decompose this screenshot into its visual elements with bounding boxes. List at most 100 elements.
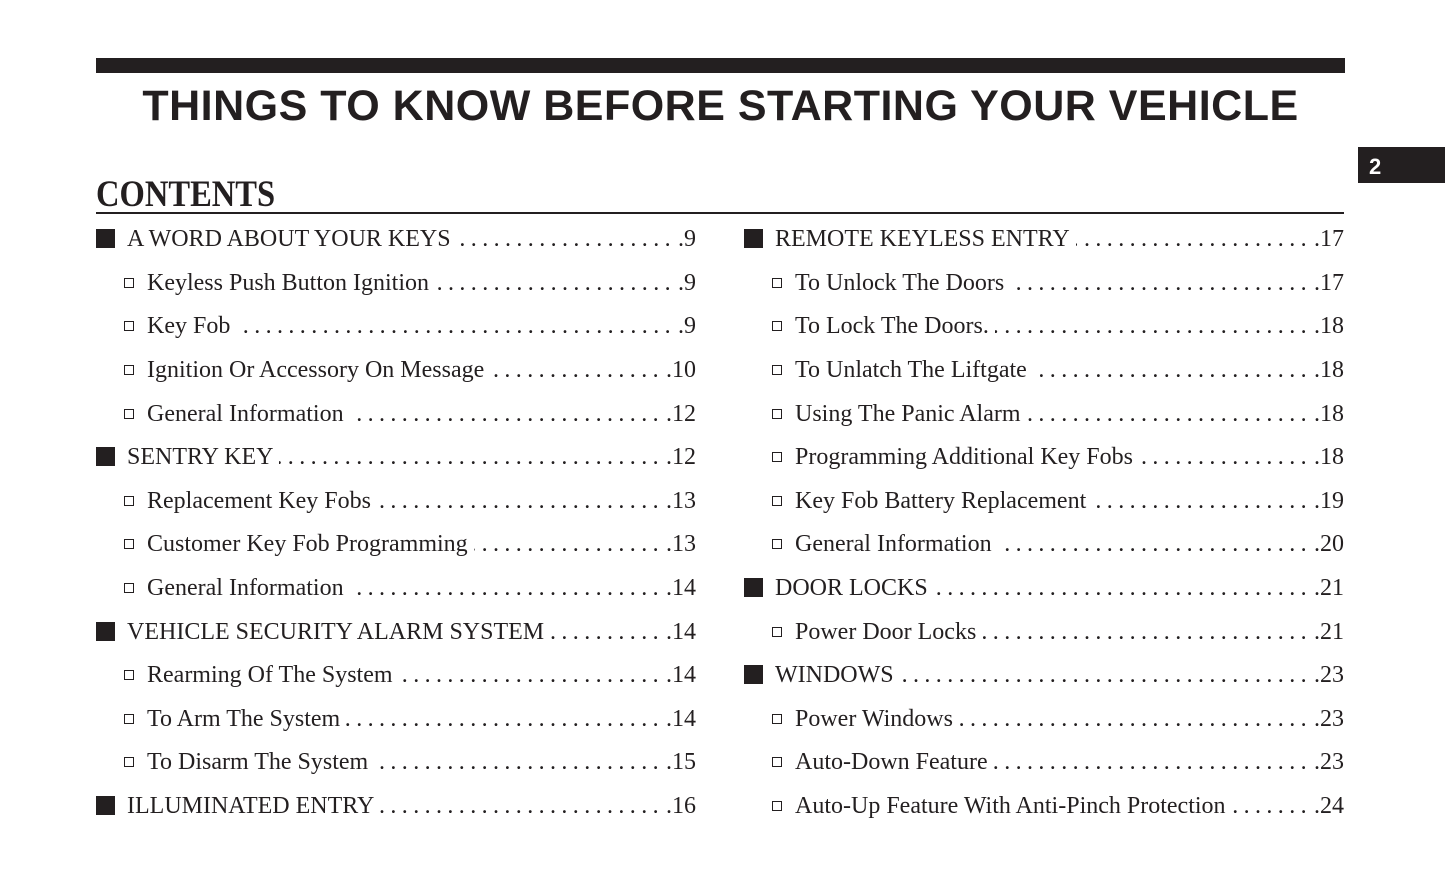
toc-entry-title: Power Door Locks	[795, 618, 977, 645]
hollow-square-bullet-icon	[772, 801, 782, 812]
toc-section-entry[interactable]: A WORD ABOUT YOUR KEYS..................…	[96, 218, 696, 262]
hollow-square-bullet-icon	[772, 452, 782, 463]
hollow-square-bullet-icon	[124, 321, 134, 332]
toc-subsection-entry[interactable]: Ignition Or Accessory On Message........…	[96, 349, 696, 393]
toc-entry-title: REMOTE KEYLESS ENTRY	[775, 226, 1070, 253]
dot-leader: ........................................…	[350, 400, 664, 427]
filled-square-bullet-icon	[744, 665, 763, 685]
toc-page-number: .9	[678, 313, 696, 340]
hollow-square-bullet-icon	[124, 539, 134, 550]
toc-page-number: .23	[1314, 749, 1344, 776]
toc-entry-title: To Lock The Doors.	[795, 313, 989, 340]
toc-entry-title: A WORD ABOUT YOUR KEYS	[127, 226, 451, 253]
toc-entry-title: Auto-Down Feature	[795, 749, 988, 776]
dot-leader: ........................................…	[236, 313, 676, 340]
toc-entry-title: Customer Key Fob Programming	[147, 531, 468, 558]
toc-subsection-entry[interactable]: General Information.....................…	[744, 523, 1344, 567]
chapter-number-tab: 2	[1358, 147, 1445, 183]
toc-page-number: .23	[1314, 662, 1344, 689]
toc-entry-title: Replacement Key Fobs	[147, 487, 371, 514]
toc-section-entry[interactable]: ILLUMINATED ENTRY.......................…	[96, 785, 696, 829]
dot-leader: ........................................…	[1232, 793, 1312, 820]
hollow-square-bullet-icon	[772, 408, 782, 419]
toc-section-entry[interactable]: SENTRY KEY..............................…	[96, 436, 696, 480]
toc-page-number: .13	[666, 531, 696, 558]
dot-leader: ........................................…	[1092, 487, 1312, 514]
toc-entry-title: Programming Additional Key Fobs	[795, 444, 1133, 471]
toc-page-number: .13	[666, 487, 696, 514]
toc-subsection-entry[interactable]: To Unlock The Doors.....................…	[744, 262, 1344, 306]
toc-page-number: .9	[678, 226, 696, 253]
dot-leader: ........................................…	[380, 793, 664, 820]
dot-leader: ........................................…	[279, 444, 664, 471]
toc-page-number: .24	[1314, 793, 1344, 820]
toc-subsection-entry[interactable]: General Information.....................…	[96, 392, 696, 436]
toc-page-number: .12	[666, 400, 696, 427]
toc-subsection-entry[interactable]: Keyless Push Button Ignition............…	[96, 262, 696, 306]
toc-page-number: .23	[1314, 705, 1344, 732]
hollow-square-bullet-icon	[772, 365, 782, 376]
hollow-square-bullet-icon	[772, 277, 782, 288]
hollow-square-bullet-icon	[124, 277, 134, 288]
toc-section-entry[interactable]: WINDOWS.................................…	[744, 654, 1344, 698]
toc-entry-title: To Unlatch The Liftgate	[795, 357, 1027, 384]
toc-subsection-entry[interactable]: Using The Panic Alarm...................…	[744, 392, 1344, 436]
toc-page-number: .14	[666, 662, 696, 689]
dot-leader: ........................................…	[993, 749, 1312, 776]
dot-leader: ........................................…	[1076, 226, 1312, 253]
toc-subsection-entry[interactable]: Power Door Locks........................…	[744, 610, 1344, 654]
dot-leader: ........................................…	[399, 662, 664, 689]
toc-page-number: .18	[1314, 357, 1344, 384]
toc-subsection-entry[interactable]: Key Fob.................................…	[96, 305, 696, 349]
filled-square-bullet-icon	[744, 229, 763, 249]
toc-page-number: .10	[666, 357, 696, 384]
toc-page-number: .21	[1314, 575, 1344, 602]
dot-leader: ........................................…	[899, 662, 1312, 689]
toc-page-number: .15	[666, 749, 696, 776]
toc-subsection-entry[interactable]: Key Fob Battery Replacement.............…	[744, 480, 1344, 524]
hollow-square-bullet-icon	[772, 321, 782, 332]
toc-section-entry[interactable]: VEHICLE SECURITY ALARM SYSTEM...........…	[96, 610, 696, 654]
contents-heading: CONTENTS	[96, 174, 276, 215]
toc-page-number: .17	[1314, 226, 1344, 253]
dot-leader: ........................................…	[377, 487, 664, 514]
hollow-square-bullet-icon	[124, 583, 134, 594]
toc-subsection-entry[interactable]: To Lock The Doors.......................…	[744, 305, 1344, 349]
dot-leader: ........................................…	[998, 531, 1312, 558]
toc-entry-title: Key Fob	[147, 313, 231, 340]
toc-subsection-entry[interactable]: Rearming Of The System..................…	[96, 654, 696, 698]
hollow-square-bullet-icon	[124, 713, 134, 724]
toc-page-number: .18	[1314, 444, 1344, 471]
toc-subsection-entry[interactable]: Programming Additional Key Fobs.........…	[744, 436, 1344, 480]
toc-entry-title: Using The Panic Alarm	[795, 400, 1021, 427]
toc-subsection-entry[interactable]: To Arm The System.......................…	[96, 698, 696, 742]
toc-entry-title: General Information	[147, 575, 344, 602]
dot-leader: ........................................…	[350, 575, 664, 602]
toc-page-number: .18	[1314, 400, 1344, 427]
toc-section-entry[interactable]: REMOTE KEYLESS ENTRY....................…	[744, 218, 1344, 262]
toc-page-number: .20	[1314, 531, 1344, 558]
filled-square-bullet-icon	[744, 578, 763, 598]
hollow-square-bullet-icon	[124, 757, 134, 768]
hollow-square-bullet-icon	[772, 757, 782, 768]
contents-rule	[96, 212, 1344, 214]
toc-right-column: REMOTE KEYLESS ENTRY....................…	[744, 218, 1344, 828]
toc-entry-title: To Arm The System	[147, 705, 341, 732]
hollow-square-bullet-icon	[124, 408, 134, 419]
toc-subsection-entry[interactable]: To Unlatch The Liftgate.................…	[744, 349, 1344, 393]
toc-subsection-entry[interactable]: To Disarm The System....................…	[96, 741, 696, 785]
toc-subsection-entry[interactable]: Replacement Key Fobs....................…	[96, 480, 696, 524]
toc-entry-title: Auto-Up Feature With Anti-Pinch Protecti…	[795, 793, 1226, 820]
dot-leader: ........................................…	[474, 531, 664, 558]
hollow-square-bullet-icon	[772, 539, 782, 550]
toc-section-entry[interactable]: DOOR LOCKS..............................…	[744, 567, 1344, 611]
toc-entry-title: VEHICLE SECURITY ALARM SYSTEM	[127, 618, 545, 645]
toc-page-number: .18	[1314, 313, 1344, 340]
toc-subsection-entry[interactable]: General Information.....................…	[96, 567, 696, 611]
toc-subsection-entry[interactable]: Auto-Up Feature With Anti-Pinch Protecti…	[744, 785, 1344, 829]
toc-subsection-entry[interactable]: Auto-Down Feature.......................…	[744, 741, 1344, 785]
toc-entry-title: Rearming Of The System	[147, 662, 393, 689]
toc-entry-title: General Information	[147, 400, 344, 427]
toc-subsection-entry[interactable]: Customer Key Fob Programming............…	[96, 523, 696, 567]
toc-subsection-entry[interactable]: Power Windows...........................…	[744, 698, 1344, 742]
